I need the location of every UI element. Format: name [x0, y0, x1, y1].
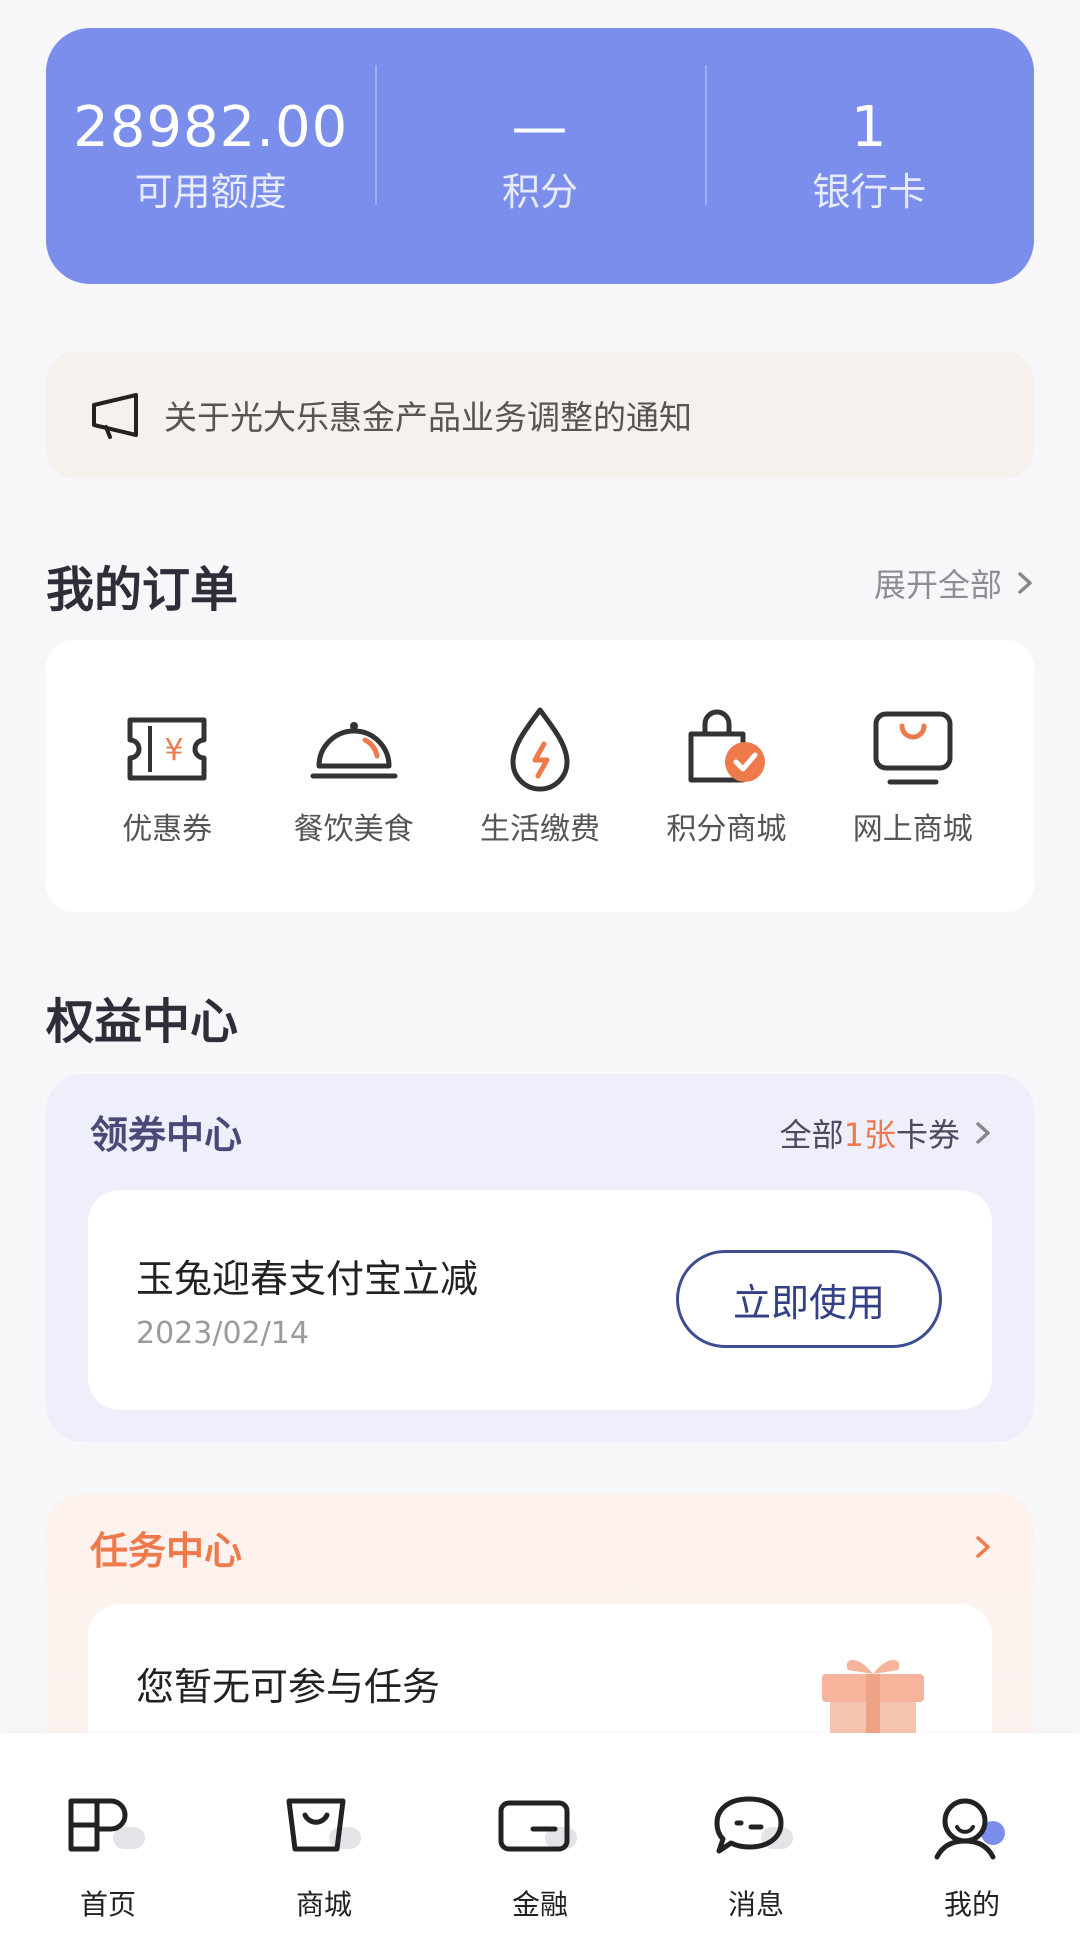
order-item-dining[interactable]: 餐饮美食 — [269, 704, 439, 848]
account-stats-card: 28982.00 可用额度 — 积分 1 银行卡 — [46, 28, 1034, 284]
tab-label: 商城 — [295, 1888, 352, 1921]
stat-bank-cards[interactable]: 1 银行卡 — [704, 65, 1034, 219]
coupon-icon: ¥ — [127, 717, 207, 781]
stat-points[interactable]: — 积分 — [375, 65, 704, 219]
food-cloche-icon — [310, 722, 398, 779]
tab-label: 金融 — [511, 1888, 568, 1921]
orders-card: ¥ 优惠券 餐饮美食 生活缴费 积分商城 网上商城 — [46, 640, 1034, 912]
chevron-right-icon[interactable] — [974, 1534, 992, 1560]
tab-label: 首页 — [79, 1888, 136, 1921]
home-icon — [68, 1798, 145, 1852]
order-label: 生活缴费 — [479, 812, 600, 847]
benefits-title: 权益中心 — [46, 994, 239, 1050]
profile-icon — [934, 1798, 1005, 1860]
order-label: 餐饮美食 — [293, 812, 414, 847]
coupon-center-card: 领券中心 全部1张卡券 玉兔迎春支付宝立减 2023/02/14 立即使用 — [46, 1074, 1034, 1442]
stat-value: 1 — [851, 95, 888, 160]
mall-icon — [286, 1798, 361, 1852]
tab-label: 消息 — [727, 1888, 784, 1921]
order-label: 网上商城 — [852, 812, 973, 847]
order-item-utilities[interactable]: 生活缴费 — [455, 704, 625, 848]
tab-profile[interactable]: 我的 — [892, 1793, 1052, 1953]
order-item-points-mall[interactable]: 积分商城 — [641, 704, 811, 848]
all-coupons-prefix: 全部 — [779, 1116, 844, 1154]
chevron-right-icon — [976, 1122, 990, 1144]
coupon-date: 2023/02/14 — [136, 1316, 309, 1351]
coupon-count: 1张 — [843, 1116, 896, 1154]
task-center-title: 任务中心 — [90, 1529, 243, 1573]
order-item-coupons[interactable]: ¥ 优惠券 — [82, 704, 252, 848]
coupon-title: 玉兔迎春支付宝立减 — [136, 1257, 479, 1301]
order-label: 积分商城 — [666, 812, 787, 847]
all-coupons-label: 全部1张卡券 — [780, 1110, 960, 1156]
orders-expand-all-link[interactable]: 展开全部 — [874, 560, 1034, 606]
tab-label: 我的 — [943, 1888, 1000, 1921]
megaphone-icon — [92, 393, 138, 439]
task-empty-text: 您暂无可参与任务 — [136, 1665, 441, 1709]
orders-title: 我的订单 — [46, 562, 239, 618]
tab-finance[interactable]: 金融 — [460, 1793, 620, 1953]
finance-card-icon — [498, 1800, 577, 1852]
tab-home[interactable]: 首页 — [28, 1793, 188, 1953]
stat-value: — — [511, 95, 569, 160]
bottom-tab-bar: 首页 商城 金融 消息 我的 — [0, 1733, 1080, 1953]
use-now-button[interactable]: 立即使用 — [676, 1250, 942, 1348]
stat-label: 银行卡 — [812, 170, 927, 214]
order-label: 优惠券 — [122, 812, 213, 847]
stat-available-credit[interactable]: 28982.00 可用额度 — [46, 93, 375, 219]
svg-text:¥: ¥ — [165, 733, 184, 768]
stat-label: 可用额度 — [134, 170, 287, 214]
notice-bar[interactable]: 关于光大乐惠金产品业务调整的通知 — [46, 352, 1034, 478]
notice-text: 关于光大乐惠金产品业务调整的通知 — [164, 398, 692, 437]
orders-expand-label: 展开全部 — [873, 566, 1002, 604]
gift-icon — [822, 1660, 924, 1738]
order-item-online-mall[interactable]: 网上商城 — [828, 704, 998, 848]
all-coupons-link[interactable]: 全部1张卡券 — [780, 1110, 992, 1156]
online-shop-icon — [873, 711, 953, 785]
chevron-right-icon — [1018, 572, 1032, 594]
all-coupons-suffix: 卡券 — [895, 1116, 960, 1154]
tab-mall[interactable]: 商城 — [244, 1793, 404, 1953]
stat-label: 积分 — [501, 170, 578, 214]
coupon-item: 玉兔迎春支付宝立减 2023/02/14 立即使用 — [88, 1190, 992, 1410]
tab-messages[interactable]: 消息 — [676, 1793, 836, 1953]
utility-drop-icon — [510, 707, 570, 792]
page: 28982.00 可用额度 — 积分 1 银行卡 关于光大乐惠金产品业务调整的通… — [0, 0, 1080, 1953]
points-bag-icon — [688, 709, 766, 783]
coupon-center-title: 领券中心 — [90, 1113, 243, 1157]
message-icon — [714, 1796, 793, 1854]
stat-value: 28982.00 — [73, 95, 349, 160]
